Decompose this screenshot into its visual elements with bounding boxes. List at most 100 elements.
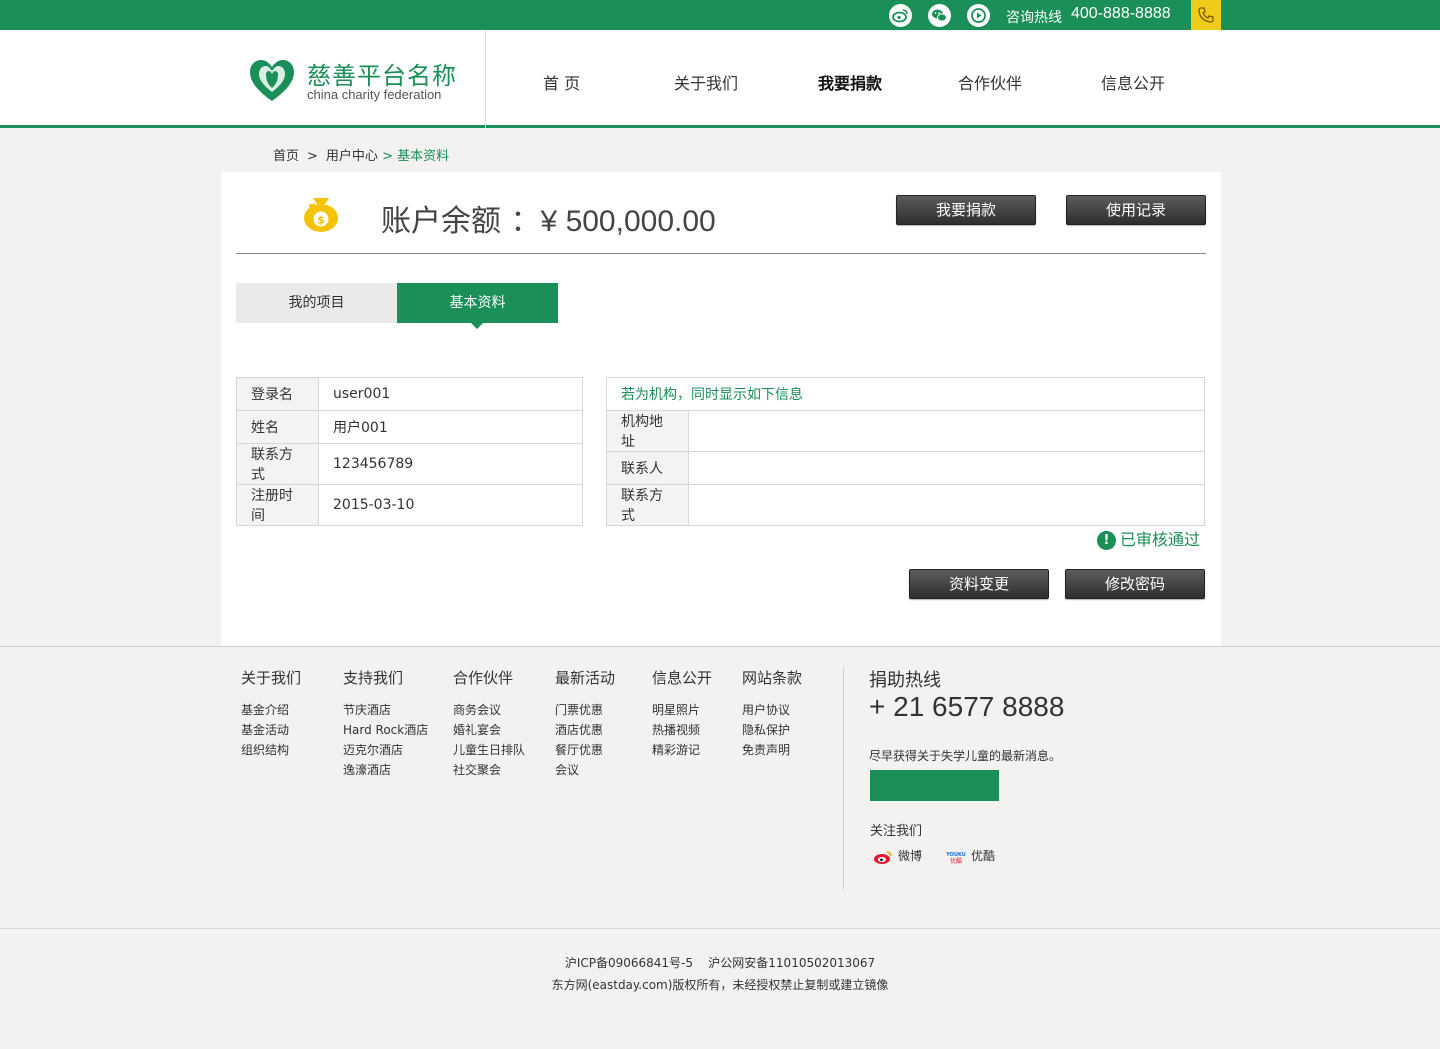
footer-divider <box>843 667 844 889</box>
donation-hotline-title: 捐助热线 <box>869 670 941 691</box>
hotline-label: 咨询热线 <box>1006 10 1062 26</box>
footer-link[interactable]: 儿童生日排队 <box>453 740 525 760</box>
active-tab-indicator <box>471 323 483 329</box>
weibo-icon <box>872 849 894 865</box>
tab-my-projects[interactable]: 我的项目 <box>236 283 397 323</box>
social-link-weibo[interactable]: 微博 <box>872 847 922 865</box>
footer-column-events: 最新活动 门票优惠 酒店优惠 餐厅优惠 会议 <box>555 667 615 780</box>
donate-button[interactable]: 我要捐款 <box>896 195 1036 225</box>
subscribe-button[interactable] <box>870 770 999 801</box>
breadcrumb-separator: > <box>382 149 393 164</box>
change-password-button[interactable]: 修改密码 <box>1065 569 1205 599</box>
nav-partners[interactable]: 合作伙伴 <box>958 70 1022 94</box>
table-row: 联系方式 123456789 <box>236 443 583 485</box>
breadcrumb-user-center[interactable]: 用户中心 <box>326 149 378 164</box>
footer-link[interactable]: 迈克尔酒店 <box>343 740 428 760</box>
svg-text:$: $ <box>317 214 325 227</box>
field-label: 机构地址 <box>606 410 689 452</box>
footer-link[interactable]: 节庆酒店 <box>343 700 428 720</box>
footer-link[interactable]: 酒店优惠 <box>555 720 615 740</box>
footer-link[interactable]: 基金活动 <box>241 720 301 740</box>
footer-column-partners: 合作伙伴 商务会议 婚礼宴会 儿童生日排队 社交聚会 <box>453 667 525 780</box>
footer-link[interactable]: 用户协议 <box>742 700 802 720</box>
table-row: 姓名 用户001 <box>236 410 583 444</box>
footer-column-title: 合作伙伴 <box>453 669 514 687</box>
footer-link[interactable]: 餐厅优惠 <box>555 740 615 760</box>
field-label: 登录名 <box>236 377 319 411</box>
footer-column-support: 支持我们 节庆酒店 Hard Rock酒店 迈克尔酒店 逸濠酒店 <box>343 667 428 780</box>
top-bar: 咨询热线 400-888-8888 <box>0 0 1440 30</box>
donation-hotline-number: + 21 6577 8888 <box>869 691 1065 722</box>
org-info-heading: 若为机构，同时显示如下信息 <box>606 377 1205 411</box>
org-info-table: 若为机构，同时显示如下信息 机构地址 联系人 联系方式 <box>606 377 1205 526</box>
copyright-bar: 沪ICP备09066841号-5 沪公网安备11010502013067 东方网… <box>0 928 1440 1049</box>
footer-link[interactable]: 商务会议 <box>453 700 525 720</box>
field-label: 联系人 <box>606 451 689 485</box>
video-icon[interactable] <box>967 4 990 27</box>
social-label: 优酷 <box>971 849 996 863</box>
edit-profile-button[interactable]: 资料变更 <box>909 569 1049 599</box>
field-label: 联系方式 <box>606 484 689 526</box>
table-row: 联系方式 <box>606 484 1205 526</box>
breadcrumb-separator: > <box>307 149 318 164</box>
review-status: ! 已审核通过 <box>1097 526 1200 550</box>
footer-link[interactable]: 免责声明 <box>742 740 802 760</box>
footer-column-about: 关于我们 基金介绍 基金活动 组织结构 <box>241 667 301 760</box>
footer-link[interactable]: 会议 <box>555 760 615 780</box>
footer-column-title: 网站条款 <box>742 669 803 687</box>
field-value: 123456789 <box>318 443 583 485</box>
tab-basic-info[interactable]: 基本资料 <box>397 283 558 329</box>
social-link-youku[interactable]: YOUKU 优酷 优酷 <box>945 847 995 865</box>
footer-link[interactable]: 婚礼宴会 <box>453 720 525 740</box>
footer-column-title: 关于我们 <box>241 669 302 687</box>
footer-link[interactable]: 热播视频 <box>652 720 712 740</box>
money-bag-icon: $ <box>301 194 341 234</box>
footer-column-title: 信息公开 <box>652 669 713 687</box>
copyright-notice: 东方网(eastday.com)版权所有，未经授权禁止复制或建立镜像 <box>551 978 889 992</box>
field-value <box>688 451 1205 485</box>
header-divider <box>485 30 486 128</box>
field-label: 姓名 <box>236 410 319 444</box>
svg-text:优酷: 优酷 <box>950 857 962 865</box>
logo-title[interactable]: 慈善平台名称 <box>307 56 457 91</box>
youku-icon: YOUKU 优酷 <box>945 848 967 865</box>
breadcrumb: 首页 > 用户中心 > 基本资料 <box>273 145 449 164</box>
field-value: user001 <box>318 377 583 411</box>
footer-column-terms: 网站条款 用户协议 隐私保护 免责声明 <box>742 667 802 760</box>
footer-link[interactable]: 社交聚会 <box>453 760 525 780</box>
breadcrumb-home[interactable]: 首页 <box>273 149 299 164</box>
logo-icon[interactable] <box>248 58 296 102</box>
field-value <box>688 484 1205 526</box>
footer-column-title: 支持我们 <box>343 669 404 687</box>
nav-disclosure[interactable]: 信息公开 <box>1101 70 1165 94</box>
footer-link[interactable]: 基金介绍 <box>241 700 301 720</box>
footer-link[interactable]: 明星照片 <box>652 700 712 720</box>
footer-link[interactable]: 隐私保护 <box>742 720 802 740</box>
table-header-row: 若为机构，同时显示如下信息 <box>606 377 1205 411</box>
nav-home[interactable]: 首 页 <box>543 70 580 94</box>
footer-link[interactable]: 精彩游记 <box>652 740 712 760</box>
footer-column-title: 最新活动 <box>555 669 616 687</box>
table-row: 机构地址 <box>606 410 1205 452</box>
field-value: 2015-03-10 <box>318 484 583 526</box>
field-value <box>688 410 1205 452</box>
divider <box>236 253 1206 254</box>
site-header: 慈善平台名称 china charity federation 首 页 关于我们… <box>0 30 1440 128</box>
wechat-icon[interactable] <box>928 4 951 27</box>
phone-icon[interactable] <box>1191 0 1221 30</box>
balance-value: ¥ 500,000.00 <box>540 205 716 238</box>
field-value: 用户001 <box>318 410 583 444</box>
weibo-icon[interactable] <box>889 4 912 27</box>
table-row: 注册时间 2015-03-10 <box>236 484 583 526</box>
footer-link[interactable]: Hard Rock酒店 <box>343 720 428 740</box>
nav-donate[interactable]: 我要捐款 <box>818 70 882 94</box>
hotline-number: 400-888-8888 <box>1071 5 1171 22</box>
footer-link[interactable]: 组织结构 <box>241 740 301 760</box>
usage-records-button[interactable]: 使用记录 <box>1066 195 1206 225</box>
nav-about[interactable]: 关于我们 <box>674 70 738 94</box>
breadcrumb-current: 基本资料 <box>397 149 450 164</box>
table-row: 登录名 user001 <box>236 377 583 411</box>
footer-link[interactable]: 门票优惠 <box>555 700 615 720</box>
balance-label: 账户余额 ： <box>381 204 541 239</box>
footer-link[interactable]: 逸濠酒店 <box>343 760 428 780</box>
